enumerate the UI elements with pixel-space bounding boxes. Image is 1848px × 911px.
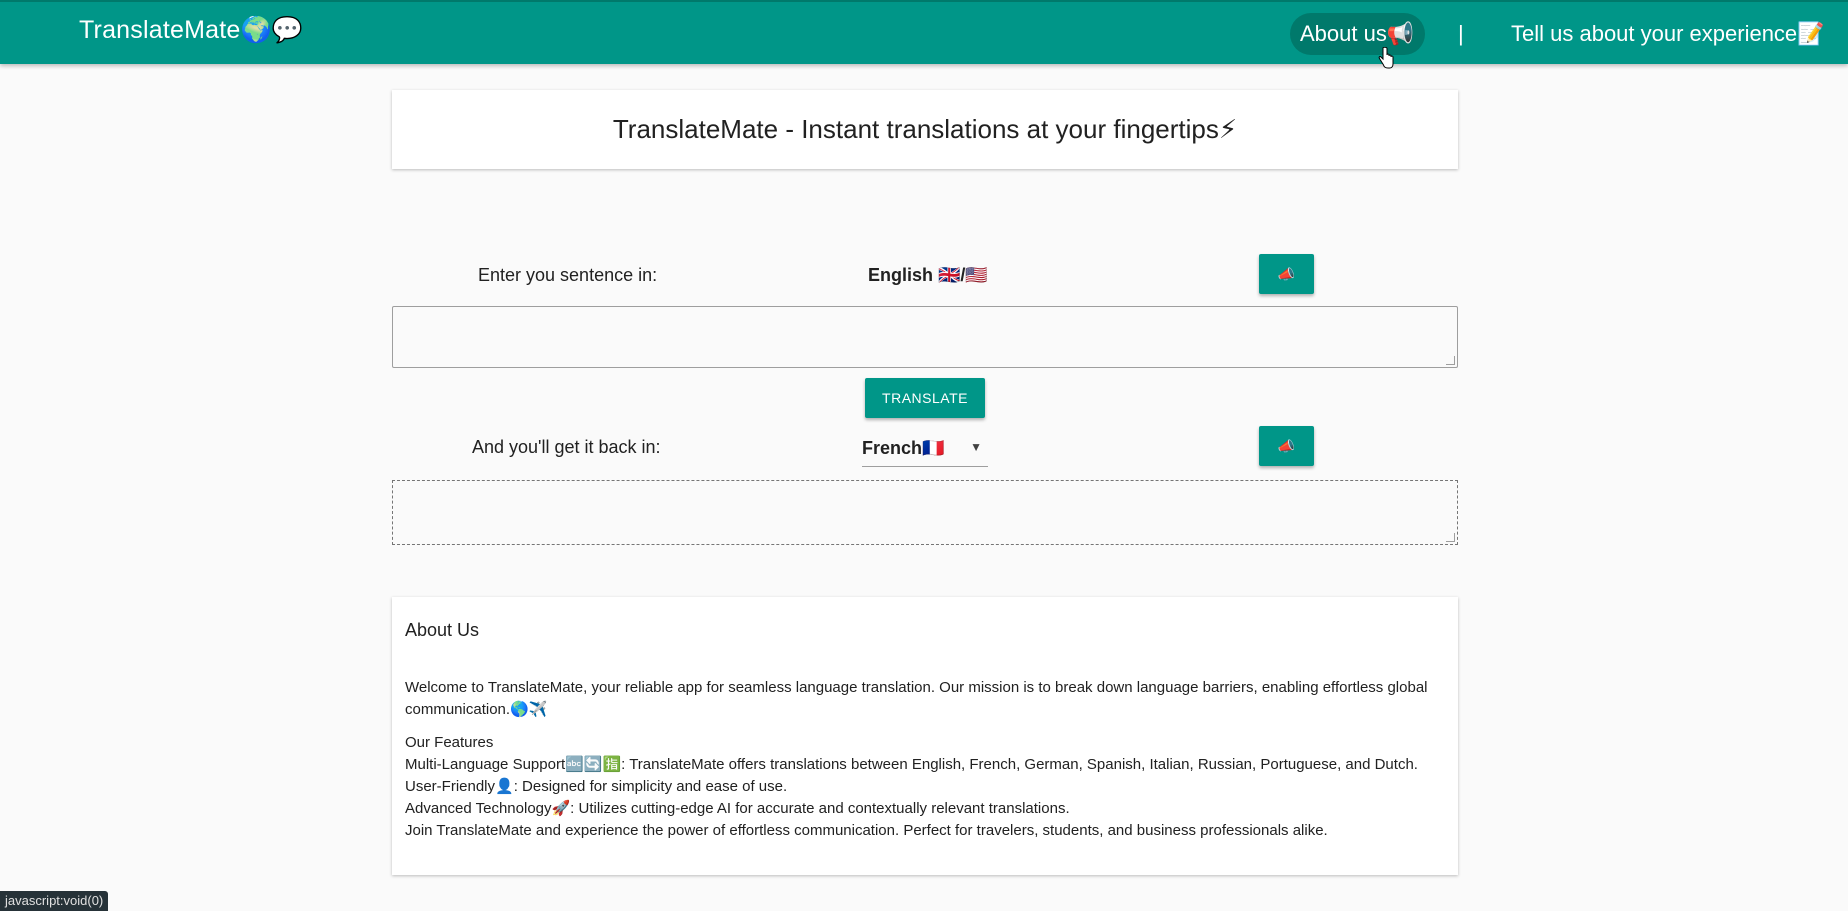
brand-logo-text[interactable]: TranslateMate🌍💬 <box>79 16 303 45</box>
about-us-heading: About Us <box>405 620 480 640</box>
target-language-selected: French🇫🇷 <box>862 438 945 458</box>
page-title-card: TranslateMate - Instant translations at … <box>392 90 1458 169</box>
speak-target-button[interactable]: 📣 <box>1259 426 1314 466</box>
about-us-card: About Us Welcome to TranslateMate, your … <box>392 597 1458 875</box>
top-navbar: TranslateMate🌍💬 About us📢 | Tell us abou… <box>0 0 1848 64</box>
source-language-value: English 🇬🇧/🇺🇸 <box>868 265 988 285</box>
feature-item: Advanced Technology🚀: Utilizes cutting-e… <box>405 800 1070 817</box>
megaphone-icon: 📣 <box>1277 438 1296 454</box>
nav-about-us-link[interactable]: About us📢 <box>1290 13 1426 55</box>
nav-feedback-link[interactable]: Tell us about your experience📝 <box>1511 21 1825 47</box>
target-language-label: And you'll get it back in: <box>472 437 661 457</box>
megaphone-icon: 📣 <box>1277 266 1296 282</box>
speak-source-button[interactable]: 📣 <box>1259 254 1314 294</box>
source-language-label: Enter you sentence in: <box>478 265 658 285</box>
hand-cursor-icon <box>1378 47 1394 69</box>
translated-text-output[interactable] <box>392 480 1458 545</box>
chevron-down-icon: ▼ <box>970 440 982 454</box>
resize-handle[interactable] <box>1446 533 1455 542</box>
feature-item: Join TranslateMate and experience the po… <box>405 822 1328 839</box>
features-list: Our Features Multi-Language Support🔤🔄🈯: … <box>405 732 1450 842</box>
browser-status-bar: javascript:void(0) <box>0 891 109 911</box>
feature-item: Multi-Language Support🔤🔄🈯: TranslateMate… <box>405 756 1418 773</box>
page-title: TranslateMate - Instant translations at … <box>612 114 1238 144</box>
nav-separator: | <box>1458 21 1464 46</box>
translate-button[interactable]: TRANSLATE <box>865 378 985 418</box>
features-heading: Our Features <box>405 734 494 751</box>
feature-item: User-Friendly👤: Designed for simplicity … <box>405 778 788 795</box>
resize-handle[interactable] <box>1446 356 1455 365</box>
about-intro-text: Welcome to TranslateMate, your reliable … <box>405 679 1428 718</box>
source-text-input[interactable] <box>392 306 1458 368</box>
target-language-select[interactable]: French🇫🇷 ▼ <box>862 432 988 467</box>
